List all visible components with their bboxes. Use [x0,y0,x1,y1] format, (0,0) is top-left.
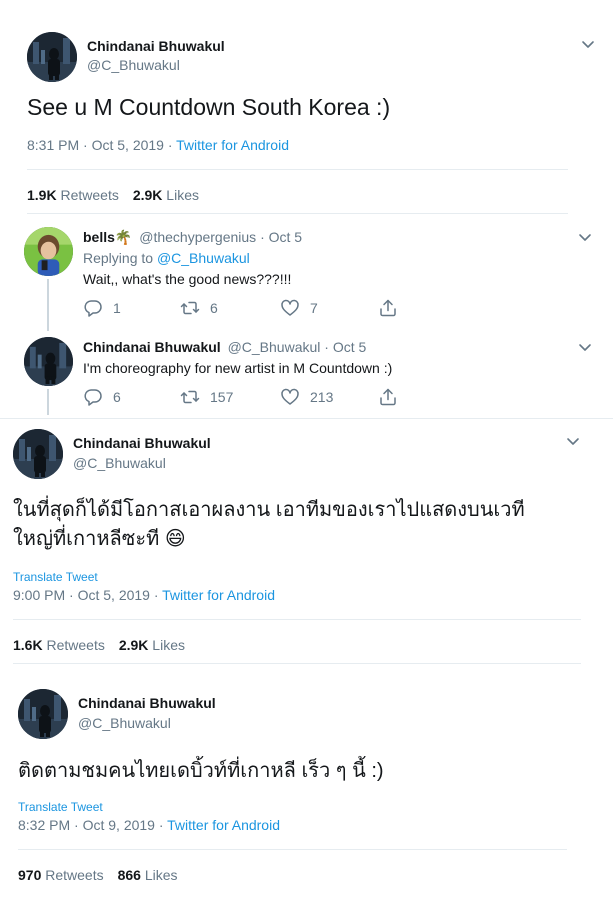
replying-to: Replying to @C_Bhuwakul [83,250,250,266]
reply-text: I'm choreography for new artist in M Cou… [83,360,393,376]
likes-count: 2.9K [118,637,149,653]
divider [13,619,581,620]
reply-button[interactable]: 1 [83,298,121,318]
retweet-count: 157 [210,389,234,405]
translate-tweet-link[interactable]: Translate Tweet [13,570,98,584]
tweet-source-link[interactable]: Twitter for Android [176,137,289,153]
reply-header: Chindanai Bhuwakul @C_Bhuwakul · Oct 5 [83,339,366,355]
reply-count: 1 [113,300,121,316]
tweet-meta: 9:00 PM · Oct 5, 2019 · Twitter for Andr… [13,587,275,603]
divider [27,169,568,170]
tweet-timestamp[interactable]: 9:00 PM · Oct 5, 2019 · [13,587,162,603]
likes-count: 2.9K [132,187,163,203]
divider [27,213,568,214]
share-button[interactable] [378,387,398,407]
avatar-image [18,689,68,739]
tweet-source-link[interactable]: Twitter for Android [162,587,275,603]
author-handle[interactable]: @C_Bhuwakul [78,715,171,731]
retweets-count: 970 [18,867,42,883]
tweet-text-line-1: ในที่สุดก็ได้มีโอกาสเอาผลงาน เอาทีมของเร… [13,499,525,521]
thread-connector [47,279,49,331]
likes-label: Likes [152,637,185,653]
retweets-stat[interactable]: 1.9K Retweets [27,187,119,203]
author-name[interactable]: Chindanai Bhuwakul [73,435,211,451]
share-button[interactable] [378,298,398,318]
tweet-text: ติดตามชมคนไทยเดบิ้วท์ที่เกาหลี เร็ว ๆ นี… [18,760,384,782]
avatar-image [24,337,73,386]
heart-icon [280,298,300,318]
like-count: 213 [310,389,334,405]
author-name[interactable]: bells🌴 [83,229,132,245]
reply-text: Wait,, what's the good news???!!! [83,271,292,287]
likes-count: 866 [117,867,141,883]
author-handle-date[interactable]: @thechypergenius · Oct 5 [139,229,302,245]
chevron-down-icon[interactable] [578,343,592,353]
section-divider [0,418,613,419]
author-handle-date[interactable]: @C_Bhuwakul · Oct 5 [228,339,367,355]
likes-stat[interactable]: 2.9K Likes [133,187,199,203]
avatar[interactable] [24,227,73,276]
retweets-label: Retweets [60,187,119,203]
retweet-button[interactable]: 157 [180,387,233,407]
like-button[interactable]: 7 [280,298,318,318]
author-handle[interactable]: @C_Bhuwakul [73,455,166,471]
likes-label: Likes [144,867,178,883]
likes-stat[interactable]: 2.9K Likes [119,637,185,653]
divider [18,849,567,850]
replying-prefix: Replying to [83,250,157,266]
replying-handle-link[interactable]: @C_Bhuwakul [157,250,250,266]
tweet-text: See u M Countdown South Korea :) [27,94,391,120]
tweet-stats: 970 Retweets 866 Likes [18,867,178,883]
retweets-count: 1.6K [13,637,43,653]
author-name[interactable]: Chindanai Bhuwakul [83,339,221,355]
avatar[interactable] [27,32,77,82]
tweet-timestamp[interactable]: 8:31 PM · Oct 5, 2019 · [27,137,176,153]
avatar[interactable] [24,337,73,386]
tweet-meta: 8:31 PM · Oct 5, 2019 · Twitter for Andr… [27,137,289,153]
author-name[interactable]: Chindanai Bhuwakul [78,695,216,711]
author-handle[interactable]: @C_Bhuwakul [87,57,180,73]
retweet-icon [180,387,200,407]
retweets-label: Retweets [45,867,104,883]
tweet-text-line-2: ใหญ่ที่เกาหลีซะที 😄 [13,528,186,550]
retweet-count: 6 [210,300,218,316]
avatar-image [24,227,73,276]
avatar[interactable] [18,689,68,739]
tweet-timestamp[interactable]: 8:32 PM · Oct 9, 2019 · [18,817,167,833]
tweet-stats: 1.6K Retweets 2.9K Likes [13,637,185,653]
retweets-stat[interactable]: 970 Retweets [18,867,104,883]
chevron-down-icon[interactable] [578,233,592,243]
likes-label: Likes [166,187,199,203]
reply-icon [83,298,103,318]
retweet-icon [180,298,200,318]
retweets-label: Retweets [46,637,105,653]
likes-stat[interactable]: 866 Likes [118,867,178,883]
reply-count: 6 [113,389,121,405]
retweet-button[interactable]: 6 [180,298,218,318]
heart-icon [280,387,300,407]
divider [13,663,581,664]
like-button[interactable]: 213 [280,387,333,407]
retweets-count: 1.9K [27,187,57,203]
share-icon [378,387,398,407]
thread-connector [47,389,49,415]
retweets-stat[interactable]: 1.6K Retweets [13,637,105,653]
avatar-image [13,429,63,479]
tweet-source-link[interactable]: Twitter for Android [167,817,280,833]
author-name[interactable]: Chindanai Bhuwakul [87,38,225,54]
avatar[interactable] [13,429,63,479]
chevron-down-icon[interactable] [581,40,595,50]
tweet-stats: 1.9K Retweets 2.9K Likes [27,187,199,203]
reply-header: bells🌴 @thechypergenius · Oct 5 [83,229,302,246]
share-icon [378,298,398,318]
translate-tweet-link[interactable]: Translate Tweet [18,800,103,814]
like-count: 7 [310,300,318,316]
tweet-meta: 8:32 PM · Oct 9, 2019 · Twitter for Andr… [18,817,280,833]
reply-button[interactable]: 6 [83,387,121,407]
chevron-down-icon[interactable] [566,437,580,447]
reply-icon [83,387,103,407]
avatar-image [27,32,77,82]
